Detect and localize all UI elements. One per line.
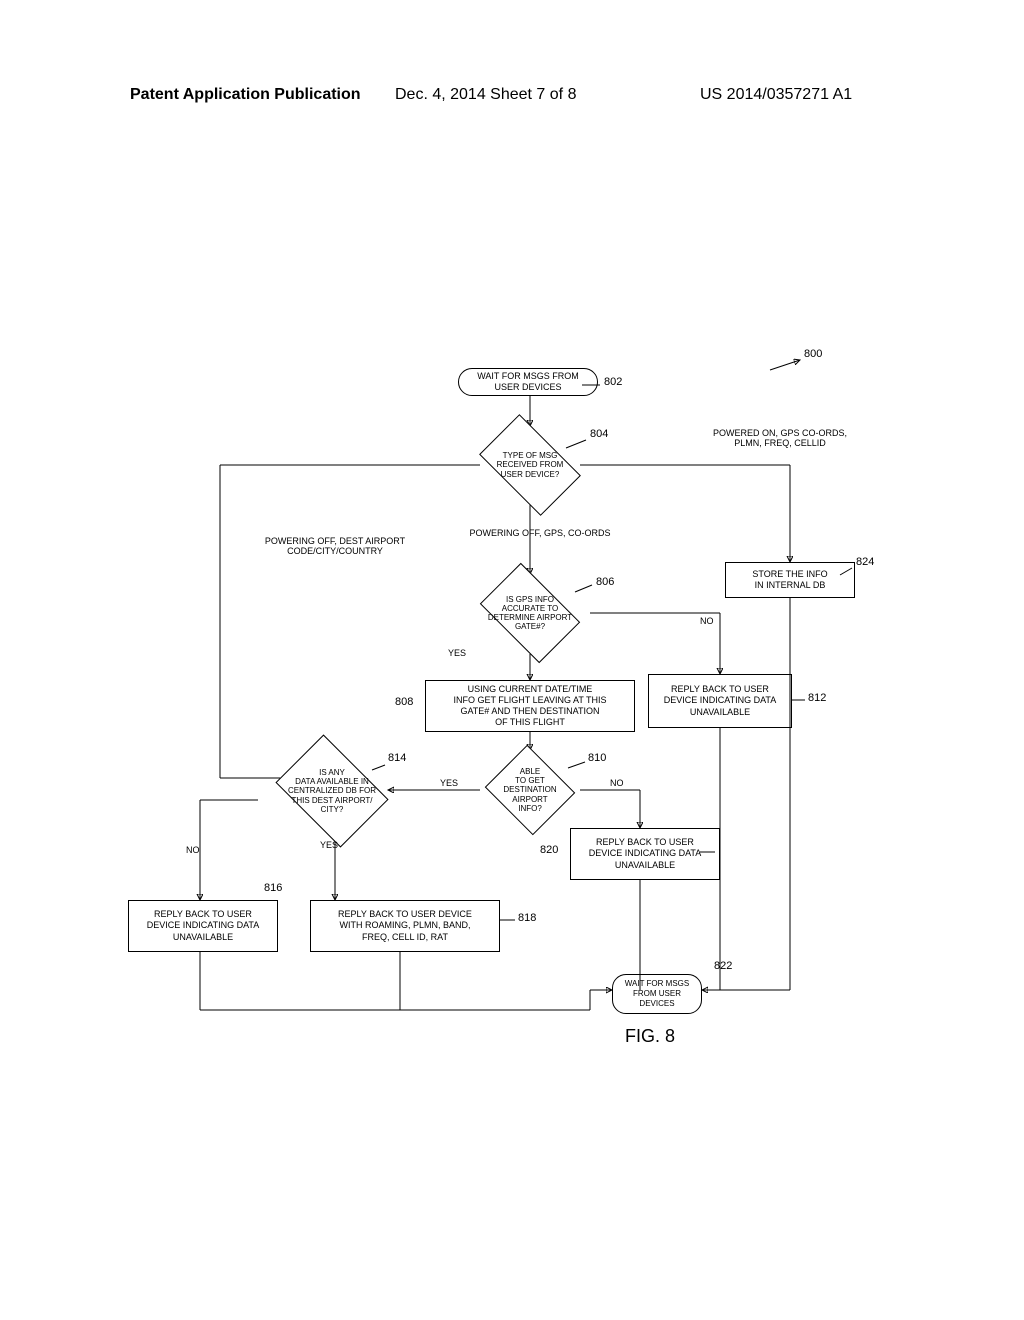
ref-808: 808 [395,696,413,708]
ref-812: 812 [808,692,826,704]
branch-label-right: POWERED ON, GPS CO-ORDS, PLMN, FREQ, CEL… [680,428,880,448]
branch-label-center: POWERING OFF, GPS, CO-ORDS [460,528,620,538]
node-data-available-decision: IS ANY DATA AVAILABLE IN CENTRALIZED DB … [262,746,402,836]
node-reply-roaming-info: REPLY BACK TO USER DEVICE WITH ROAMING, … [310,900,500,952]
node-text: WAIT FOR MSGS FROM USER DEVICES [625,979,689,1009]
no-label-814: NO [186,845,200,855]
node-text: TYPE OF MSG RECEIVED FROM USER DEVICE? [497,451,564,479]
yes-label-814: YES [320,840,338,850]
ref-820: 820 [540,844,558,856]
ref-806: 806 [596,576,614,588]
branch-label-left: POWERING OFF, DEST AIRPORT CODE/CITY/COU… [240,536,430,556]
node-text: REPLY BACK TO USER DEVICE WITH ROAMING, … [338,909,472,943]
node-reply-unavailable-812: REPLY BACK TO USER DEVICE INDICATING DAT… [648,674,792,728]
node-text: WAIT FOR MSGS FROM USER DEVICES [477,371,579,394]
ref-824: 824 [856,556,874,568]
header-publication: Patent Application Publication [130,86,361,104]
node-dest-airport-info-decision: ABLE TO GET DESTINATION AIRPORT INFO? [480,750,580,830]
ref-804: 804 [590,428,608,440]
node-text: STORE THE INFO IN INTERNAL DB [752,569,827,592]
ref-810: 810 [588,752,606,764]
yes-label-810: YES [440,778,458,788]
flowchart-diagram: 800 WAIT FOR MSGS FROM USER DEVICES 802 … [0,180,1024,1280]
node-text: REPLY BACK TO USER DEVICE INDICATING DAT… [589,837,702,871]
header-date-sheet: Dec. 4, 2014 Sheet 7 of 8 [395,86,576,104]
node-msg-type-decision: TYPE OF MSG RECEIVED FROM USER DEVICE? [470,426,590,504]
node-reply-unavailable-816: REPLY BACK TO USER DEVICE INDICATING DAT… [128,900,278,952]
node-text: ABLE TO GET DESTINATION AIRPORT INFO? [503,767,556,813]
node-store-internal-db: STORE THE INFO IN INTERNAL DB [725,562,855,598]
node-text: IS ANY DATA AVAILABLE IN CENTRALIZED DB … [288,768,376,814]
node-get-flight-info: USING CURRENT DATE/TIME INFO GET FLIGHT … [425,680,635,732]
yes-label-806: YES [448,648,466,658]
node-text: USING CURRENT DATE/TIME INFO GET FLIGHT … [453,684,606,729]
ref-822: 822 [714,960,732,972]
node-wait-msgs-start: WAIT FOR MSGS FROM USER DEVICES [458,368,598,396]
ref-818: 818 [518,912,536,924]
node-text: REPLY BACK TO USER DEVICE INDICATING DAT… [664,684,777,718]
ref-802: 802 [604,376,622,388]
node-gps-accurate-decision: IS GPS INFO ACCURATE TO DETERMINE AIRPOR… [470,574,590,652]
ref-800: 800 [804,348,822,360]
node-reply-unavailable-820: REPLY BACK TO USER DEVICE INDICATING DAT… [570,828,720,880]
node-text: IS GPS INFO ACCURATE TO DETERMINE AIRPOR… [488,595,572,632]
ref-816: 816 [264,882,282,894]
no-label-810: NO [610,778,624,788]
header-pub-number: US 2014/0357271 A1 [700,86,852,104]
figure-caption: FIG. 8 [610,1026,690,1047]
ref-814: 814 [388,752,406,764]
node-text: REPLY BACK TO USER DEVICE INDICATING DAT… [147,909,260,943]
no-label-806: NO [700,616,714,626]
node-wait-msgs-end: WAIT FOR MSGS FROM USER DEVICES [612,974,702,1014]
